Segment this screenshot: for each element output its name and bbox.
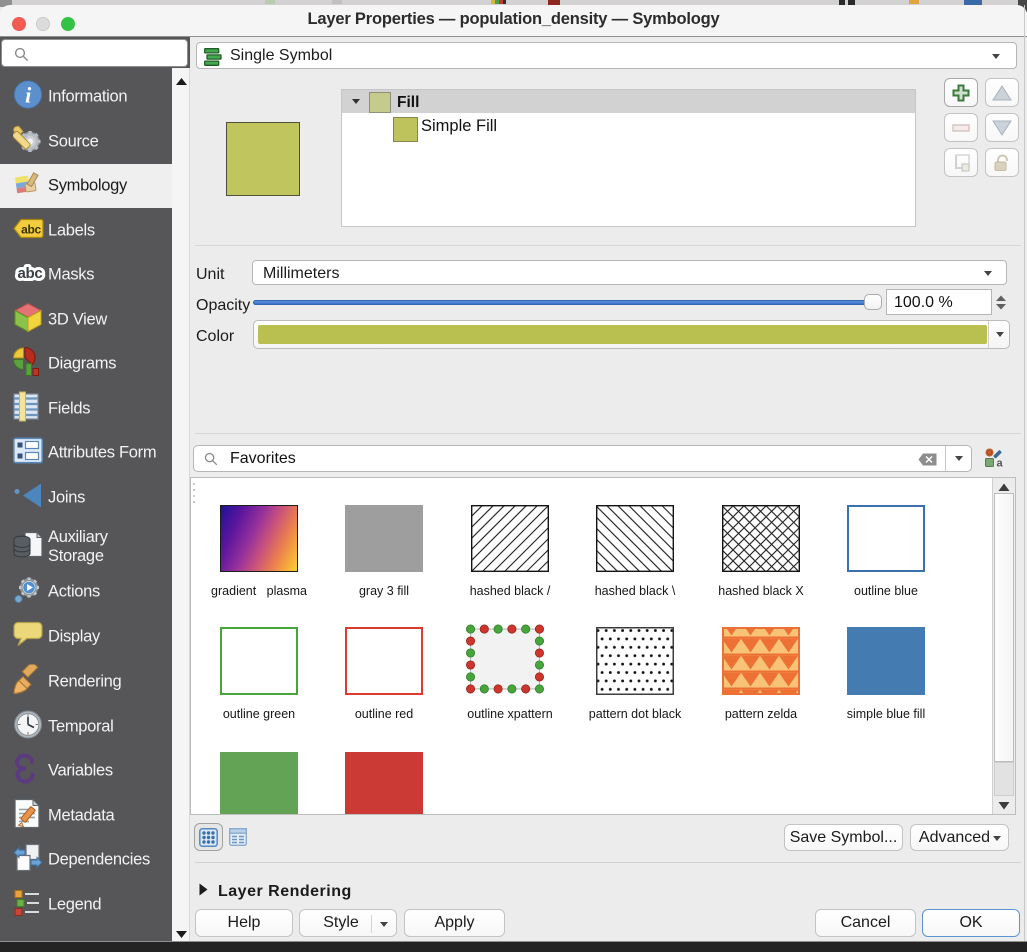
svg-text:a: a <box>996 458 1003 468</box>
svg-text:abc: abc <box>18 265 43 282</box>
svg-text:abc: abc <box>21 223 41 237</box>
